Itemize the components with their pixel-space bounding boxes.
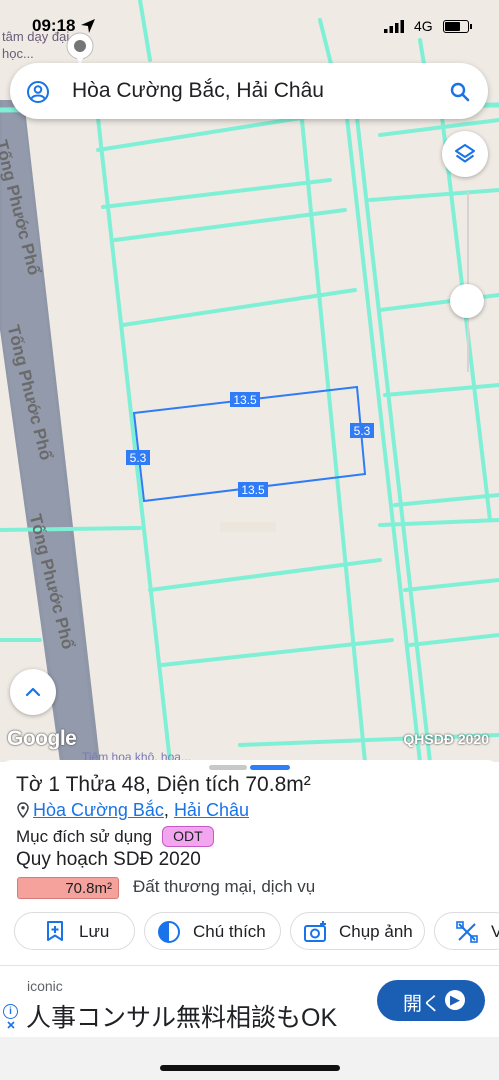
dimension-bottom: 13.5: [241, 483, 265, 497]
district-link[interactable]: Hải Châu: [174, 800, 249, 820]
land-purpose-row: Mục đích sử dụng ODT: [16, 826, 214, 847]
search-bar[interactable]: Hòa Cường Bắc, Hải Châu: [10, 63, 488, 119]
bookmark-add-icon: [47, 921, 63, 941]
zoom-slider-track[interactable]: [467, 192, 469, 372]
layers-button[interactable]: [442, 131, 488, 177]
network-type: 4G: [414, 18, 433, 34]
account-icon[interactable]: [26, 80, 50, 104]
layers-icon: [455, 144, 475, 163]
battery-icon: [443, 20, 472, 33]
measure-label: V: [491, 922, 499, 941]
sheet-handle-active[interactable]: [250, 765, 290, 770]
parcel-title: Tờ 1 Thửa 48, Diện tích 70.8m²: [16, 773, 311, 796]
zoom-slider-handle[interactable]: [450, 284, 484, 318]
ad-brand: iconic: [27, 978, 63, 994]
legend-label: Chú thích: [193, 922, 266, 941]
location-arrow-icon: [81, 19, 95, 33]
capture-button[interactable]: Chụp ảnh: [290, 912, 425, 950]
map-view[interactable]: 13.5 13.5 5.3 5.3 Tống Phước Phổ Tống Ph…: [0, 0, 499, 762]
status-time: 09:18: [32, 16, 76, 35]
capture-label: Chụp ảnh: [339, 922, 413, 941]
parcel-info-sheet: Tờ 1 Thửa 48, Diện tích 70.8m² Hòa Cường…: [0, 760, 499, 965]
save-label: Lưu: [79, 922, 110, 941]
chevron-right-icon: ▶: [445, 990, 465, 1010]
system-bottom-bar: [0, 1037, 499, 1080]
save-button[interactable]: Lưu: [14, 912, 135, 950]
search-query[interactable]: Hòa Cường Bắc, Hải Châu: [72, 79, 324, 103]
location-pin-icon: [17, 802, 29, 819]
ad-close-icon[interactable]: [6, 1020, 16, 1030]
dimension-right: 5.3: [354, 424, 371, 438]
sheet-handle[interactable]: [209, 765, 247, 770]
contrast-icon: [158, 921, 180, 943]
search-icon[interactable]: [448, 80, 472, 104]
ad-copy: 人事コンサル無料相談もOK: [26, 1004, 338, 1032]
chevron-up-icon: [25, 687, 41, 697]
google-logo: Google: [7, 727, 77, 750]
ruler-cross-icon: [456, 921, 478, 943]
plan-use: Đất thương mại, dịch vụ: [133, 877, 316, 896]
dimension-left: 5.3: [130, 451, 147, 465]
parcel-address: Hòa Cường Bắc, Hải Châu: [17, 800, 249, 821]
plan-area-badge: 70.8m²: [17, 877, 119, 899]
ad-open-label: 開く: [403, 994, 442, 1015]
purpose-label: Mục đích sử dụng: [16, 827, 153, 846]
measure-button[interactable]: V: [434, 912, 499, 950]
expand-up-button[interactable]: [10, 669, 56, 715]
ad-info-icon[interactable]: i: [3, 1004, 18, 1019]
home-indicator[interactable]: [160, 1065, 340, 1071]
status-bar: 09:18 4G: [0, 14, 499, 42]
ad-banner[interactable]: i iconic 人事コンサル無料相談もOK 開く ▶: [0, 965, 499, 1038]
dimension-top: 13.5: [233, 393, 257, 407]
ad-open-button[interactable]: 開く ▶: [377, 980, 485, 1021]
purpose-code-badge: ODT: [162, 826, 214, 847]
plan-title: Quy hoạch SDĐ 2020: [16, 849, 201, 870]
signal-icon: [384, 20, 404, 33]
camera-add-icon: [304, 921, 326, 942]
ward-link[interactable]: Hòa Cường Bắc: [33, 800, 164, 820]
legend-button[interactable]: Chú thích: [144, 912, 281, 950]
plan-layer-label: QHSDĐ 2020: [403, 731, 489, 747]
